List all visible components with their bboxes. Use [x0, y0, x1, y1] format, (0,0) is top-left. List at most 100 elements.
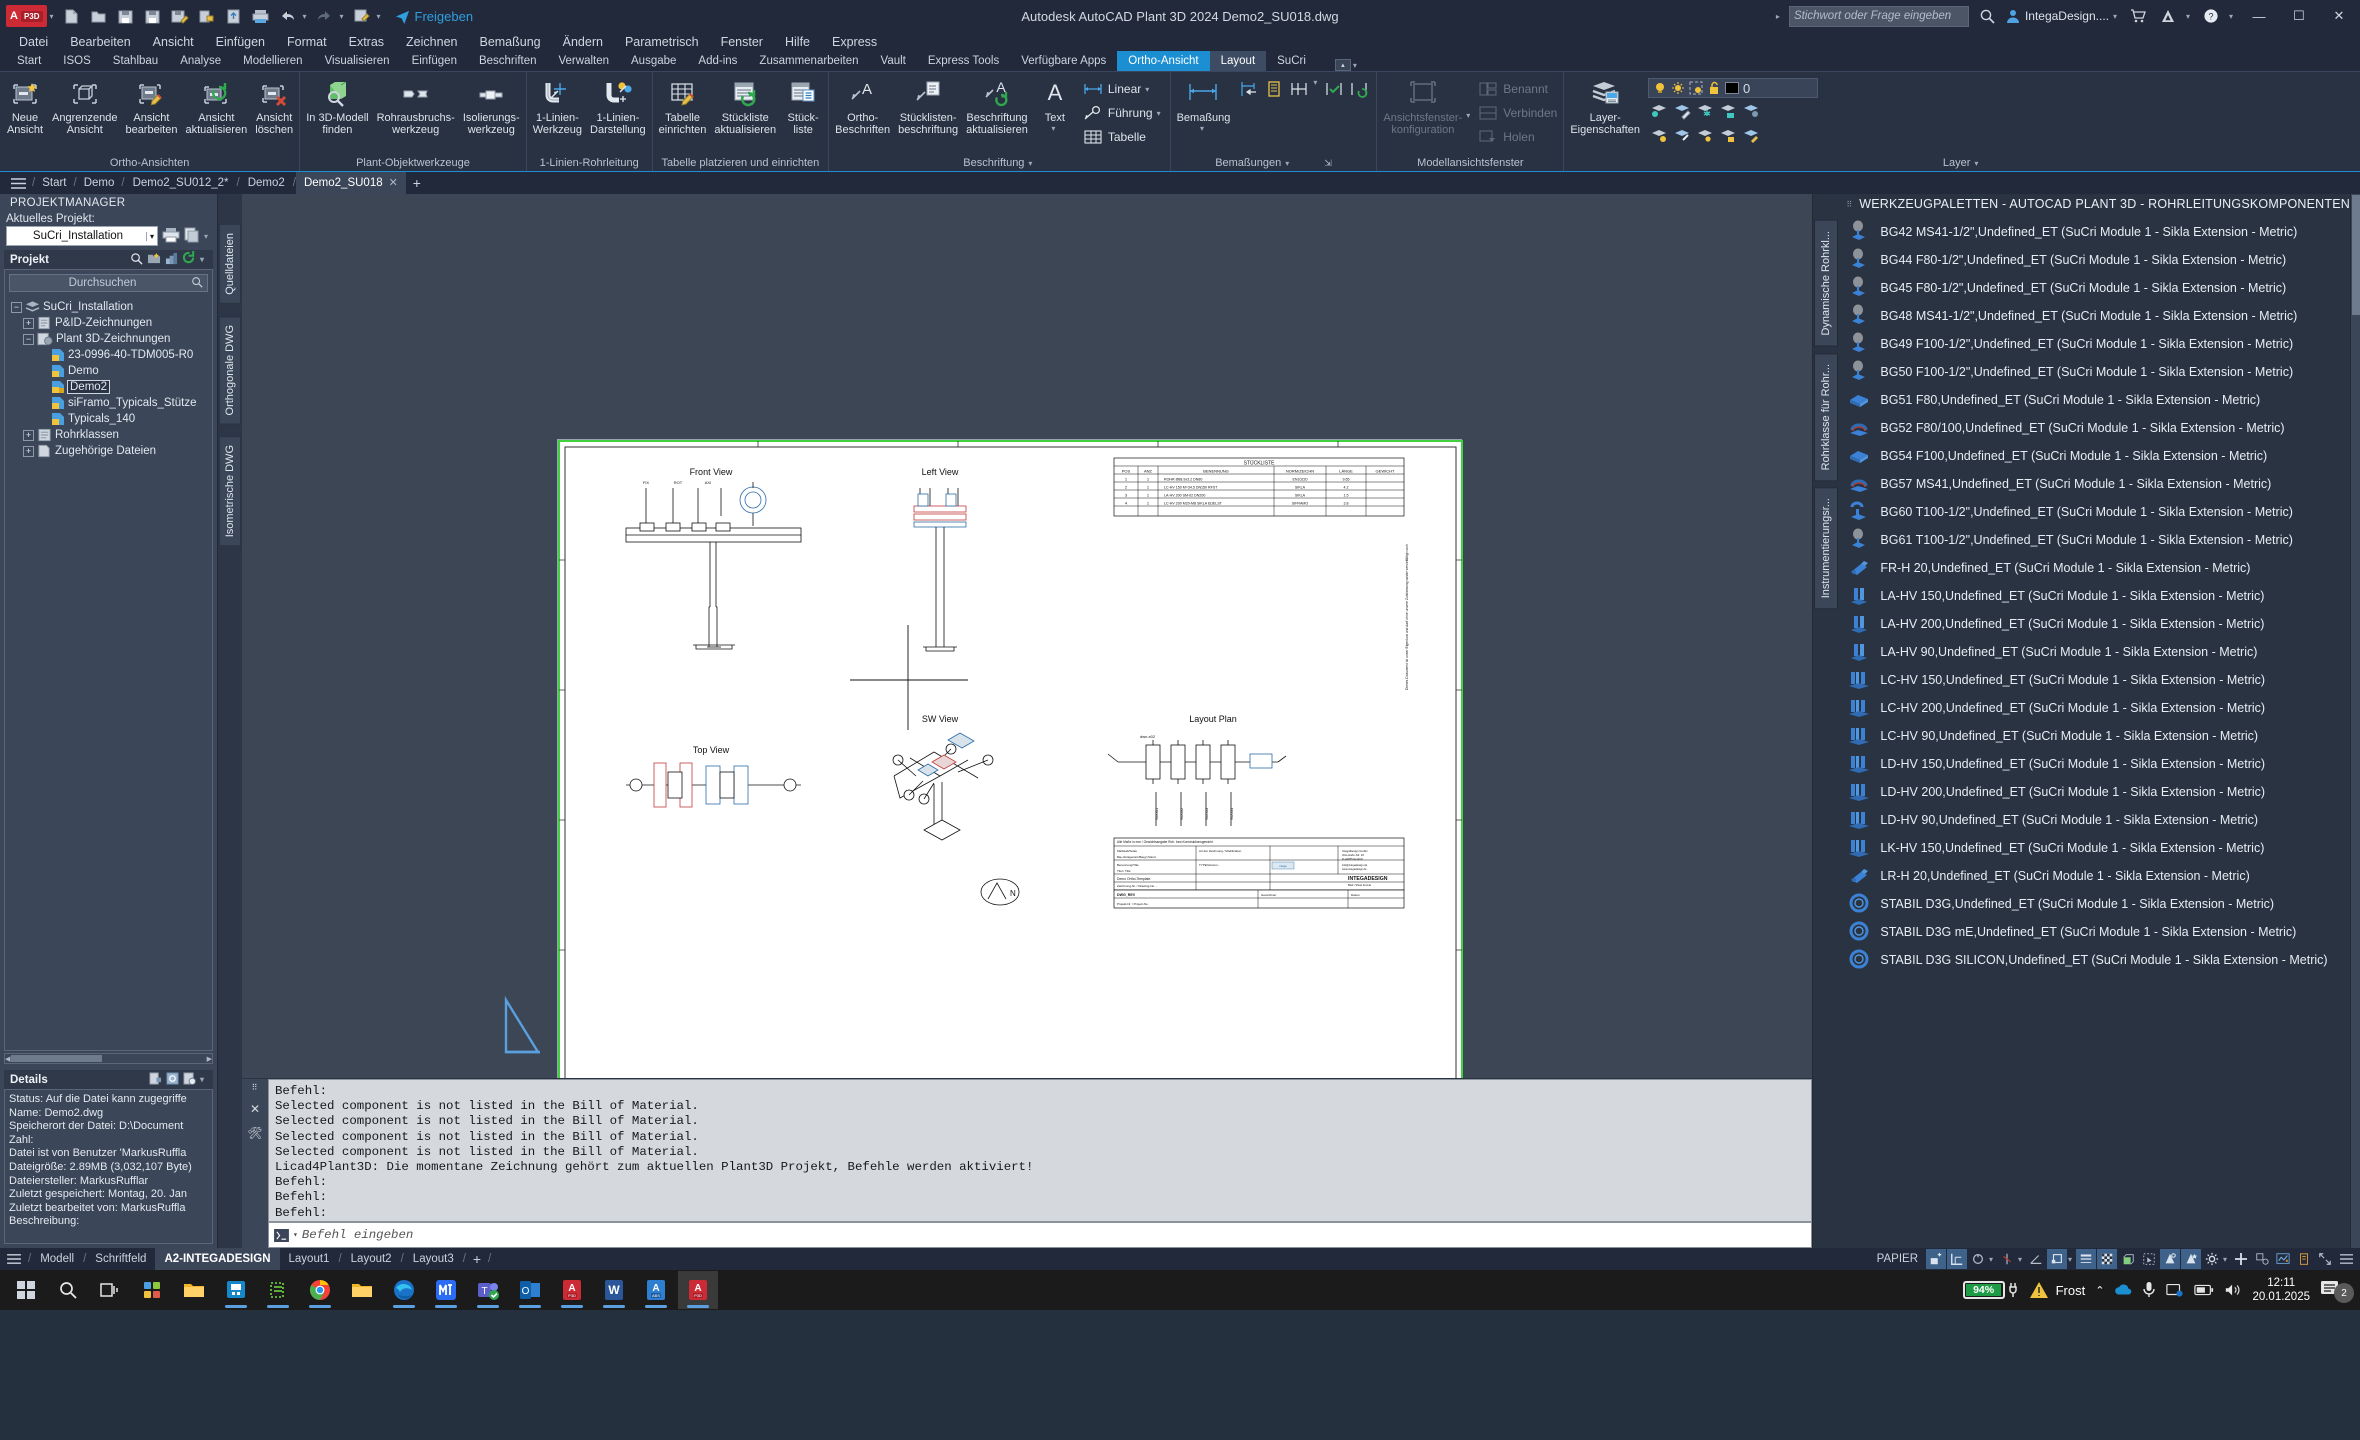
ribbon-tab-start[interactable]: Start: [6, 51, 52, 71]
viewport-config-button[interactable]: Ansichtsfenster-konfiguration: [1379, 76, 1466, 138]
menu-item-11[interactable]: Hilfe: [774, 32, 821, 52]
export-icon[interactable]: [195, 4, 219, 28]
search-icon[interactable]: [48, 1271, 88, 1309]
share-button[interactable]: Freigeben: [395, 9, 473, 24]
saveas-icon[interactable]: [141, 4, 165, 28]
insulation-button[interactable]: Isolierungs-werkzeug: [459, 76, 524, 138]
palette-grip-icon[interactable]: ⠿: [1846, 200, 1853, 209]
layer-panel-chevron-icon[interactable]: ▾: [1971, 159, 1981, 168]
menu-item-3[interactable]: Einfügen: [205, 32, 276, 52]
list-item[interactable]: BG50 F100-1/2",Undefined_ET (SuCri Modul…: [1838, 358, 2350, 386]
list-item[interactable]: STABIL D3G SILICON,Undefined_ET (SuCri M…: [1838, 946, 2350, 974]
palette-item-list[interactable]: BG42 MS41-1/2",Undefined_ET (SuCri Modul…: [1838, 214, 2350, 1248]
help-search-input[interactable]: Stichwort oder Frage eingeben: [1788, 5, 1969, 27]
list-item[interactable]: STABIL D3G,Undefined_ET (SuCri Module 1 …: [1838, 890, 2350, 918]
new-view-button[interactable]: Neue Ansicht: [2, 76, 48, 138]
autocad-p3d-active-icon[interactable]: A P3D: [678, 1271, 718, 1309]
layer-make-current-icon[interactable]: [1671, 100, 1693, 122]
tree-node-23-0996[interactable]: 23-0996-40-TDM005-R0: [7, 347, 210, 363]
search-expand-chevron-icon[interactable]: ▸: [1773, 12, 1783, 21]
layer-thaw-icon[interactable]: [1671, 124, 1693, 146]
command-line-settings-icon[interactable]: 🛠: [247, 1126, 262, 1140]
tree-node-siframo-typicals[interactable]: siFramo_Typicals_Stütze: [7, 395, 210, 411]
weather-indicator[interactable]: Frost: [2028, 1280, 2085, 1300]
close-command-line-icon[interactable]: ✕: [250, 1102, 260, 1116]
list-item[interactable]: BG45 F80-1/2",Undefined_ET (SuCri Module…: [1838, 274, 2350, 302]
expander-icon[interactable]: −: [23, 333, 34, 345]
details-chevron-icon[interactable]: ▾: [197, 1075, 207, 1084]
menu-item-7[interactable]: Bemaßung: [468, 32, 551, 52]
project-search-input[interactable]: Durchsuchen: [9, 274, 208, 292]
autoscale-icon[interactable]: [2181, 1249, 2201, 1269]
layout-viewport[interactable]: Front View FIX ROT AXI Left View Top Vie…: [242, 194, 1812, 1078]
cart-icon[interactable]: [2126, 4, 2150, 28]
project-tools-chevron-icon[interactable]: ▾: [201, 232, 211, 241]
file-tab-demo2-su018[interactable]: Demo2_SU018 ✕: [295, 172, 406, 194]
dim-check-icon[interactable]: [1323, 78, 1345, 100]
notification-center[interactable]: 2: [2320, 1279, 2354, 1303]
chrome-icon[interactable]: [300, 1271, 340, 1309]
list-item[interactable]: LD-HV 90,Undefined_ET (SuCri Module 1 - …: [1838, 806, 2350, 834]
breadcrumb-start[interactable]: Start: [35, 177, 73, 189]
ortho-icon[interactable]: [1997, 1249, 2017, 1269]
refresh-icon[interactable]: [182, 251, 196, 268]
scroll-thumb[interactable]: [11, 1055, 103, 1062]
join-viewport-button[interactable]: Verbinden: [1477, 102, 1557, 124]
list-item[interactable]: BG48 MS41-1/2",Undefined_ET (SuCri Modul…: [1838, 302, 2350, 330]
licad-icon[interactable]: [216, 1271, 256, 1309]
model-space-icon[interactable]: [1926, 1249, 1946, 1269]
update-view-button[interactable]: Ansicht aktualisieren: [181, 76, 251, 138]
ribbon-tab-beschriften[interactable]: Beschriften: [468, 51, 548, 71]
palette-scrollbar[interactable]: [2350, 194, 2360, 1248]
isolate-objects-icon[interactable]: [2252, 1249, 2272, 1269]
add-tools-icon[interactable]: [2231, 1249, 2251, 1269]
expander-icon[interactable]: −: [11, 301, 22, 313]
tree-node-demo[interactable]: Demo: [7, 363, 210, 379]
layer-properties-button[interactable]: Layer- Eigenschaften: [1566, 76, 1644, 138]
app-menu-chevron-icon[interactable]: ▾: [47, 12, 57, 21]
list-item[interactable]: BG61 T100-1/2",Undefined_ET (SuCri Modul…: [1838, 526, 2350, 554]
bom-button[interactable]: Stück-liste: [780, 76, 826, 138]
dim-baseline-icon[interactable]: [1238, 78, 1260, 100]
tree-node-zugehoerige-dateien[interactable]: + Zugehörige Dateien: [7, 443, 210, 459]
ribbon-minimize-control[interactable]: ▴ ▾: [1334, 59, 1360, 71]
text-chevron-icon[interactable]: ▾: [1048, 124, 1058, 133]
word-icon[interactable]: W: [594, 1271, 634, 1309]
3d-object-snap-icon[interactable]: [2118, 1249, 2138, 1269]
close-button[interactable]: ✕: [2322, 1, 2356, 31]
ribbon-tab-vault[interactable]: Vault: [870, 51, 917, 71]
ortho-chevron-icon[interactable]: ▾: [2015, 1255, 2025, 1264]
list-item[interactable]: STABIL D3G mE,Undefined_ET (SuCri Module…: [1838, 918, 2350, 946]
redo-chevron-icon[interactable]: ▾: [337, 12, 347, 21]
publish-project-icon[interactable]: [184, 227, 200, 246]
explorer-icon[interactable]: [174, 1271, 214, 1309]
snap-icon[interactable]: [1968, 1249, 1988, 1269]
list-item[interactable]: LR-H 20,Undefined_ET (SuCri Module 1 - S…: [1838, 862, 2350, 890]
new-drawing-icon[interactable]: [147, 252, 161, 268]
teams-icon[interactable]: T: [468, 1271, 508, 1309]
menu-item-0[interactable]: Datei: [8, 32, 59, 52]
new-icon[interactable]: [60, 4, 84, 28]
snap-chevron-icon[interactable]: ▾: [1986, 1255, 1996, 1264]
leader-button[interactable]: Führung ▾: [1082, 102, 1164, 124]
table-button[interactable]: Tabelle: [1082, 126, 1164, 148]
menu-item-5[interactable]: Extras: [338, 32, 395, 52]
autodesk-a-icon[interactable]: [2156, 4, 2180, 28]
m-icon[interactable]: [426, 1271, 466, 1309]
palette-vtab-rohrklasse-fuer-rohr[interactable]: Rohrklasse für Rohr...: [1813, 352, 1838, 481]
single-line-tool-button[interactable]: 1-Linien- Werkzeug: [529, 76, 586, 138]
layout-menu-icon[interactable]: [0, 1253, 28, 1265]
ribbon-tab-verfuegbare-apps[interactable]: Verfügbare Apps: [1010, 51, 1117, 71]
tree-node-rohrklassen[interactable]: + Rohrklassen: [7, 427, 210, 443]
table-setup-button[interactable]: Tabelle einrichten: [655, 76, 711, 138]
list-item[interactable]: LA-HV 150,Undefined_ET (SuCri Module 1 -…: [1838, 582, 2350, 610]
space-indicator[interactable]: PAPIER: [1870, 1253, 1925, 1265]
layer-color-swatch[interactable]: [1725, 82, 1740, 94]
layout-tab-modell[interactable]: Modell: [31, 1248, 83, 1270]
taskview-icon[interactable]: [90, 1271, 130, 1309]
edge-icon[interactable]: [384, 1271, 424, 1309]
outlook-icon[interactable]: O: [510, 1271, 550, 1309]
autocad-abs-icon[interactable]: A ABS: [636, 1271, 676, 1309]
chevron-down-icon[interactable]: ▾: [145, 231, 154, 241]
minimize-button[interactable]: —: [2242, 1, 2276, 31]
